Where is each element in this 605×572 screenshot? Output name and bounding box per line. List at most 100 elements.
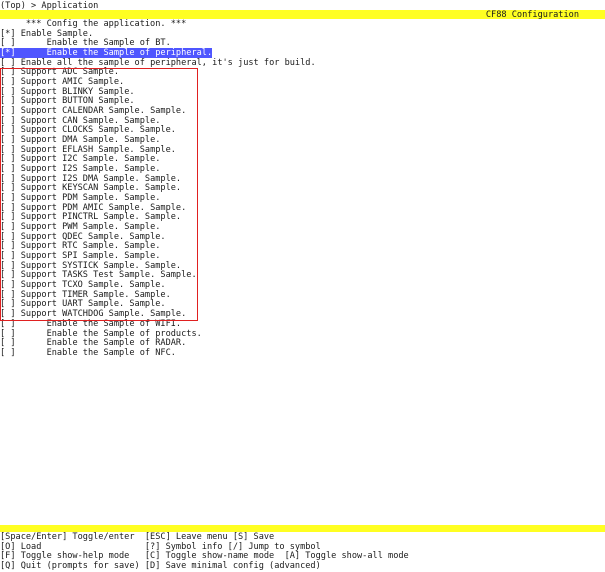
menu-item-content: [ ] Support CALENDAR Sample. Sample.	[0, 106, 186, 116]
bottom-bar	[0, 525, 605, 532]
checkbox[interactable]: [ ]	[0, 203, 16, 213]
checkbox[interactable]: [ ]	[0, 329, 16, 339]
menu-item-label: Support CALENDAR Sample. Sample.	[20, 106, 187, 117]
menu-item-content: [ ] Support BUTTON Sample.	[0, 96, 135, 107]
menu-item-content: [ ] Support DMA Sample. Sample.	[0, 135, 160, 145]
menu-item-content: [ ] Support UART Sample. Sample.	[0, 299, 166, 310]
checkbox[interactable]: [ ]	[0, 154, 16, 165]
checkbox[interactable]: [ ]	[0, 232, 16, 242]
menu-item-label: Support WATCHDOG Sample. Sample.	[20, 309, 187, 320]
checkbox[interactable]: [ ]	[0, 290, 16, 300]
menu-item-content: [ ] Support SYSTICK Sample. Sample.	[0, 261, 181, 271]
menu-item-label: Support RTC Sample. Sample.	[20, 241, 161, 252]
menu-item-label: Support TCXO Sample. Sample.	[20, 280, 166, 291]
menu-item-content: [ ] Support EFLASH Sample. Sample.	[0, 145, 176, 155]
checkbox[interactable]: [ ]	[0, 241, 16, 252]
menu-item-content: [ ] Support TIMER Sample. Sample.	[0, 290, 171, 300]
checkbox[interactable]: [ ]	[0, 87, 16, 97]
help-panel: [Space/Enter] Toggle/enter [ESC] Leave m…	[0, 532, 605, 571]
menu-item-content: [ ] Support AMIC Sample.	[0, 77, 124, 87]
comment-text: *** Config the application. ***	[25, 19, 187, 29]
menu-item-label: Enable the Sample of BT.	[46, 38, 171, 49]
checkbox[interactable]: [ ]	[0, 299, 16, 310]
menu-item-content: [ ] Support PDM AMIC Sample. Sample.	[0, 203, 186, 213]
checkbox[interactable]: [ ]	[0, 261, 16, 271]
menu-item-content: [ ] Support SPI Sample. Sample.	[0, 251, 160, 261]
checkbox[interactable]: [ ]	[0, 338, 16, 348]
menu-item-content: [ ] Support WATCHDOG Sample. Sample.	[0, 309, 186, 319]
menu-item-label: Enable all the sample of peripheral, it'…	[20, 57, 316, 68]
checkbox[interactable]: [ ]	[0, 348, 16, 358]
menu-item-content: [ ] Enable all the sample of peripheral,…	[0, 58, 316, 68]
checkbox[interactable]: [ ]	[0, 67, 16, 78]
checkbox[interactable]: [ ]	[0, 309, 16, 319]
menu-item-content: [ ] Support PINCTRL Sample. Sample.	[0, 212, 182, 223]
menu-item-content: [ ] Enable the Sample of BT.	[0, 38, 171, 49]
menu-item-label: Support KEYSCAN Sample. Sample.	[20, 183, 182, 194]
menu-item-label: Support CAN Sample. Sample.	[20, 115, 161, 126]
checkbox[interactable]: [ ]	[0, 38, 16, 49]
menu-item-label: Support I2S Sample. Sample.	[20, 164, 161, 175]
menu-item[interactable]: [ ] Enable the Sample of NFC.	[0, 348, 605, 359]
checkbox[interactable]: [ ]	[0, 77, 16, 87]
checkbox[interactable]: [ ]	[0, 183, 16, 194]
menu-item-content: [ ] Support I2C Sample. Sample.	[0, 154, 161, 165]
menu-item-content: [ ] Support BLINKY Sample.	[0, 87, 135, 97]
menu-item-label: Support SYSTICK Sample. Sample.	[20, 260, 182, 271]
menu-item-content: [ ] Enable the Sample of products.	[0, 329, 202, 339]
checkbox[interactable]: [ ]	[0, 193, 16, 203]
checkbox[interactable]: [ ]	[0, 145, 16, 155]
checkbox[interactable]: [ ]	[0, 270, 16, 281]
menu-item-content: [ ] Support CLOCKS Sample. Sample.	[0, 125, 176, 136]
checkbox[interactable]: [ ]	[0, 212, 16, 223]
menu-item-label: Support UART Sample. Sample.	[20, 299, 166, 310]
menu-item-content: [ ] Support PDM Sample. Sample.	[0, 193, 160, 203]
menu-item-content: [ ] Support I2S DMA Sample. Sample.	[0, 174, 181, 184]
menu-item-content: [*] Enable Sample.	[0, 29, 93, 39]
title-bar: CF88 Configuration	[0, 10, 605, 20]
menu-item-content: [*] Enable the Sample of peripheral.	[0, 48, 213, 59]
menu-item-label: Support BLINKY Sample.	[20, 86, 135, 97]
menu-item-label: Support QDEC Sample. Sample.	[20, 231, 166, 242]
checkbox[interactable]: [ ]	[0, 58, 16, 68]
window-title: CF88 Configuration	[485, 10, 579, 20]
menu-item-label: Support I2C Sample. Sample.	[20, 154, 161, 165]
checkbox[interactable]: [ ]	[0, 174, 16, 184]
checkbox[interactable]: [ ]	[0, 125, 16, 136]
menu-item-label: Support ADC Sample.	[20, 67, 120, 78]
checkbox[interactable]: [ ]	[0, 164, 16, 174]
checkbox[interactable]: [ ]	[0, 280, 16, 290]
menu-item-content: [ ] Support ADC Sample.	[0, 67, 120, 78]
checkbox[interactable]: [ ]	[0, 106, 16, 116]
checkbox[interactable]: [ ]	[0, 96, 16, 107]
checkbox[interactable]: [*]	[0, 29, 16, 39]
menu-item-label: Support PDM AMIC Sample. Sample.	[20, 202, 187, 213]
menu-item-label: Support PINCTRL Sample. Sample.	[20, 212, 182, 223]
menu-item-label: Enable the Sample of NFC.	[46, 347, 176, 358]
checkbox[interactable]: [ ]	[0, 135, 16, 145]
checkbox[interactable]: [ ]	[0, 319, 16, 329]
menu-item-content: [ ] Enable the Sample of RADAR.	[0, 338, 186, 348]
menu-item-content: [ ] Enable the Sample of NFC.	[0, 348, 176, 358]
menu-item-content: [ ] Support I2S Sample. Sample.	[0, 164, 160, 174]
menu-item-label: Support I2S DMA Sample. Sample.	[20, 173, 182, 184]
menu-item-label: Support DMA Sample. Sample.	[20, 135, 161, 146]
help-line: [Q] Quit (prompts for save) [D] Save min…	[0, 560, 321, 571]
checkbox[interactable]: [ ]	[0, 116, 16, 126]
menu-item-content: [ ] Support TASKS Test Sample. Sample.	[0, 270, 197, 281]
menu-item-label: Enable the Sample of products.	[46, 328, 202, 339]
menu-item-label: Support SPI Sample. Sample.	[20, 251, 161, 262]
menu-item-label: Support PWM Sample. Sample.	[20, 222, 161, 233]
checkbox[interactable]: [ ]	[0, 251, 16, 261]
menu-item-content: [ ] Support KEYSCAN Sample. Sample.	[0, 183, 182, 194]
checkbox[interactable]: [*]	[0, 48, 16, 58]
menu-item-label: Support AMIC Sample.	[20, 77, 125, 88]
checkbox[interactable]: [ ]	[0, 222, 16, 232]
menu-item-label: Support PDM Sample. Sample.	[20, 193, 161, 204]
